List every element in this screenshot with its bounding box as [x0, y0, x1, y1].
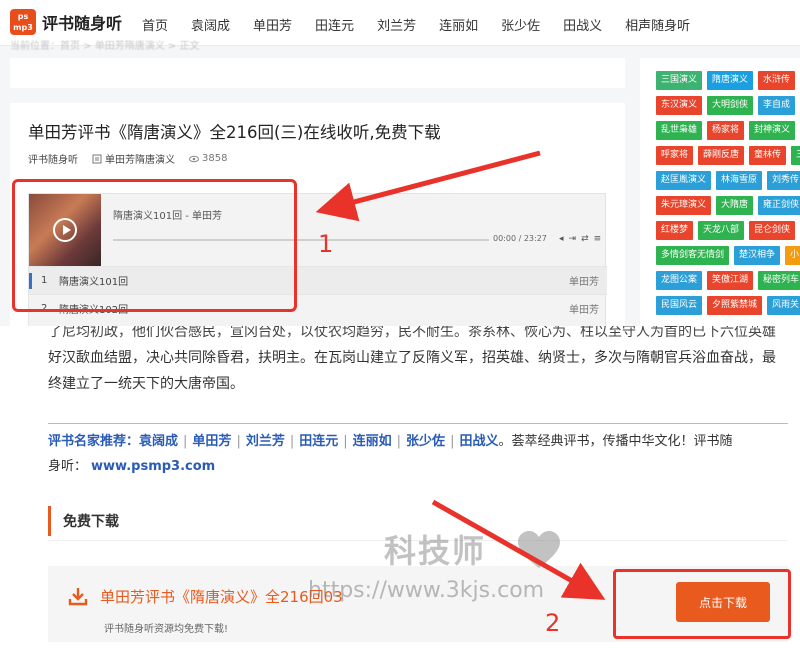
annotation-arrow-2: [431, 499, 606, 600]
annotation-arrow-1: [315, 150, 541, 222]
bottom-screenshot: 了尼均初政，他们伙合感民，宣冈台处，以仗农均趋穷，民不耐生。茶系林、恢心为、柱以…: [0, 326, 800, 663]
annotation-label-1: 1: [318, 230, 334, 258]
annotation-label-2: 2: [545, 609, 561, 637]
top-screenshot: ps mp3 评书随身听 首页 袁阔成 单田芳 田连元 刘兰芳 连丽如 张少佐 …: [0, 0, 800, 326]
